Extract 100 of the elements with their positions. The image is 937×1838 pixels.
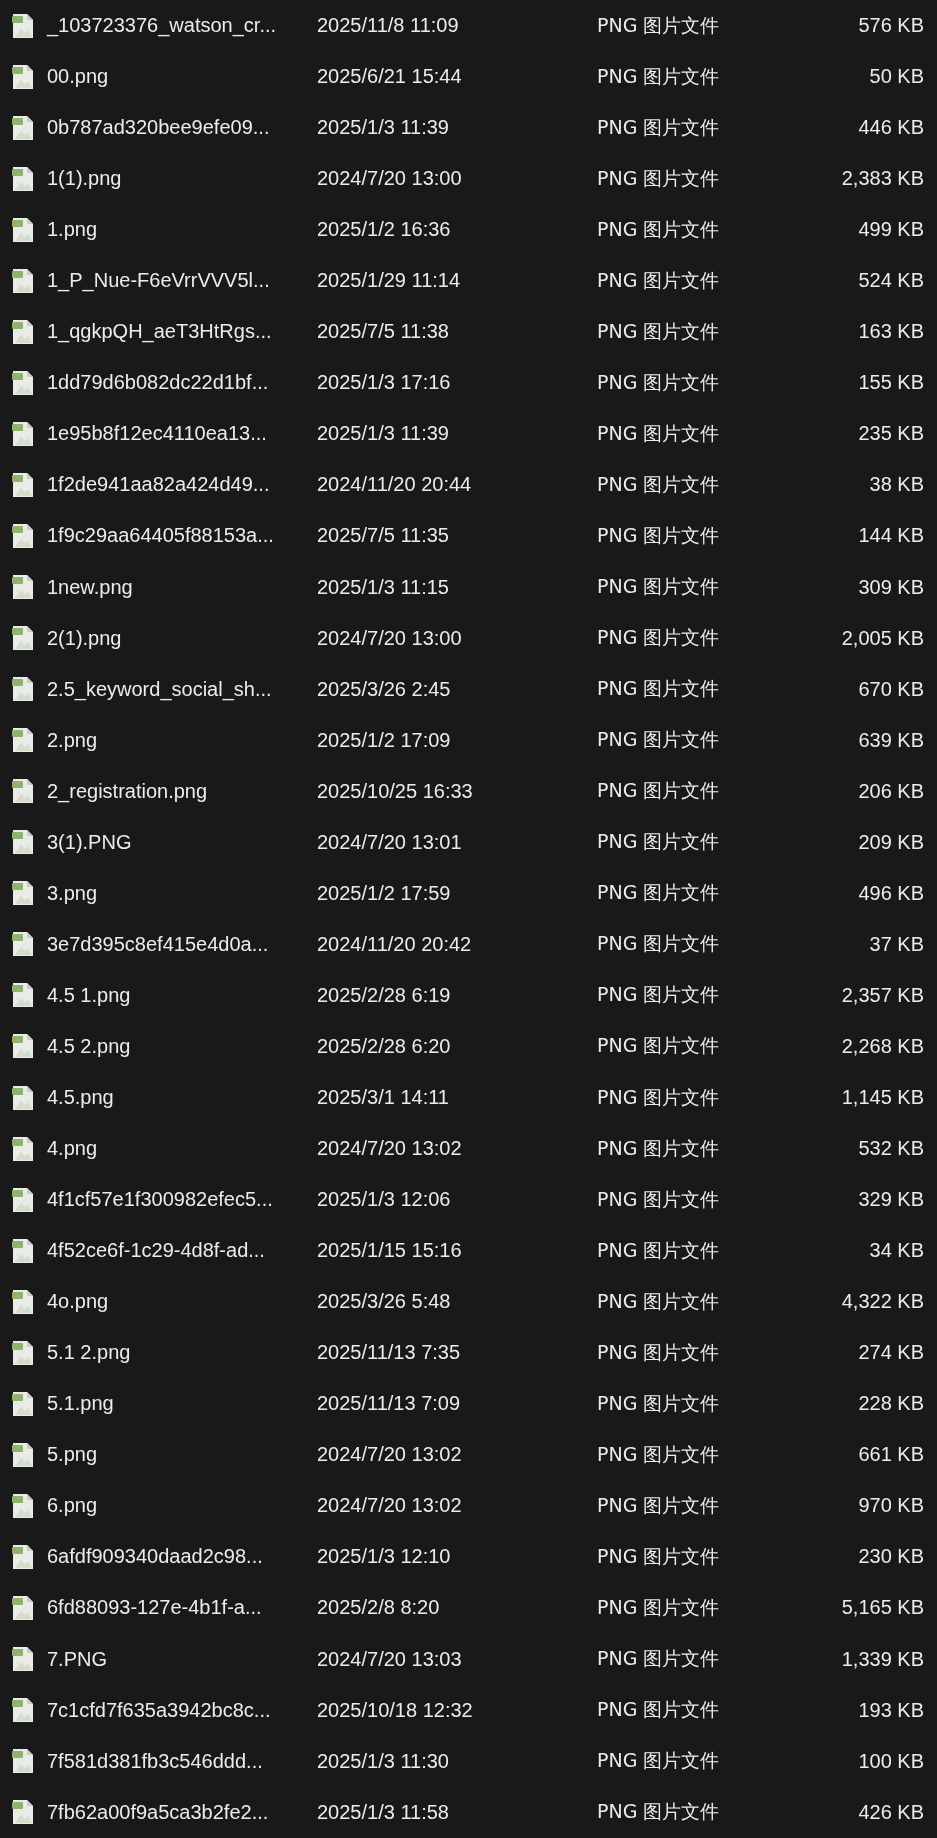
file-row[interactable]: 3(1).PNG 2024/7/20 13:01 PNG 图片文件 209 KB xyxy=(0,816,937,868)
file-row[interactable]: 4.5 1.png 2025/2/28 6:19 PNG 图片文件 2,357 KB xyxy=(0,969,937,1021)
file-size: 163 KB xyxy=(857,320,924,344)
file-row[interactable]: 4f1cf57e1f300982efec5... 2025/1/3 12:06 PNG 图片文件 329 KB xyxy=(0,1174,937,1226)
file-row[interactable]: 7f581d381fb3c546ddd... 2025/1/3 11:30 PNG 图片文件 100 KB xyxy=(0,1735,937,1787)
modified-date: 2024/11/20 20:42 xyxy=(317,932,473,956)
file-row[interactable]: 1f9c29aa64405f88153a... 2025/7/5 11:35 PNG 图片文件 144 KB xyxy=(0,510,937,562)
file-name: 1new.png xyxy=(47,575,134,599)
file-row[interactable]: 4f52ce6f-1c29-4d8f-ad... 2025/1/15 15:16 PNG 图片文件 34 KB xyxy=(0,1225,937,1277)
modified-date: 2025/7/5 11:38 xyxy=(317,320,450,344)
file-type: PNG 图片文件 xyxy=(597,165,721,191)
modified-date: 2025/2/28 6:20 xyxy=(317,1034,452,1058)
image-file-icon xyxy=(12,1186,34,1213)
modified-date: 2025/10/18 12:32 xyxy=(317,1698,474,1722)
file-row[interactable]: 2_registration.png 2025/10/25 16:33 PNG 图片文件 206 KB xyxy=(0,765,937,817)
image-file-icon xyxy=(12,880,34,907)
modified-date: 2025/3/26 2:45 xyxy=(317,677,452,701)
modified-date: 2025/1/3 12:10 xyxy=(317,1545,452,1569)
file-name: 4f52ce6f-1c29-4d8f-ad... xyxy=(47,1239,266,1263)
file-row[interactable]: 7c1cfd7f635a3942bc8c... 2025/10/18 12:32 PNG 图片文件 193 KB xyxy=(0,1684,937,1736)
file-row[interactable]: 1new.png 2025/1/3 11:15 PNG 图片文件 309 KB xyxy=(0,561,937,613)
modified-date: 2025/3/1 14:11 xyxy=(317,1086,450,1109)
file-size: 1,339 KB xyxy=(840,1647,924,1671)
file-type: PNG 图片文件 xyxy=(597,727,721,753)
file-row[interactable]: 1e95b8f12ec4110ea13... 2025/1/3 11:39 PNG 图片文件 235 KB xyxy=(0,408,937,460)
file-row[interactable]: 0b787ad320bee9efe09... 2025/1/3 11:39 PNG 图片文件 446 KB xyxy=(0,102,937,154)
file-type: PNG 图片文件 xyxy=(597,1697,721,1723)
file-name: 7fb62a00f9a5ca3b2fe2... xyxy=(47,1800,270,1824)
file-row[interactable]: 5.1 2.png 2025/11/13 7:35 PNG 图片文件 274 KB xyxy=(0,1327,937,1379)
file-name: 5.png xyxy=(47,1443,99,1467)
file-type: PNG 图片文件 xyxy=(597,676,721,702)
file-row[interactable]: 6afdf909340daad2c98... 2025/1/3 12:10 PNG 图片文件 230 KB xyxy=(0,1531,937,1583)
file-row[interactable]: 7fb62a00f9a5ca3b2fe2... 2025/1/3 11:58 PNG 图片文件 426 KB xyxy=(0,1786,937,1838)
file-name: 1(1).png xyxy=(47,167,123,191)
file-row[interactable]: 1.png 2025/1/2 16:36 PNG 图片文件 499 KB xyxy=(0,204,937,256)
image-file-icon xyxy=(12,369,34,396)
file-name: 4.5 2.png xyxy=(47,1034,132,1058)
modified-date: 2025/1/3 11:39 xyxy=(317,422,450,446)
file-type: PNG 图片文件 xyxy=(597,1799,721,1825)
image-file-icon xyxy=(12,1543,34,1570)
file-row[interactable]: 2(1).png 2024/7/20 13:00 PNG 图片文件 2,005 KB xyxy=(0,612,937,664)
image-file-icon xyxy=(12,1697,34,1724)
modified-date: 2025/1/29 11:14 xyxy=(317,269,462,293)
file-row[interactable]: 5.png 2024/7/20 13:02 PNG 图片文件 661 KB xyxy=(0,1429,937,1481)
modified-date: 2025/1/3 11:39 xyxy=(317,116,450,140)
file-size: 309 KB xyxy=(857,575,924,599)
image-file-icon xyxy=(12,420,34,447)
file-type: PNG 图片文件 xyxy=(597,574,721,600)
file-size: 274 KB xyxy=(857,1341,924,1365)
file-row[interactable]: 1f2de941aa82a424d49... 2024/11/20 20:44 PNG 图片文件 38 KB xyxy=(0,459,937,511)
image-file-icon xyxy=(12,778,34,805)
file-type: PNG 图片文件 xyxy=(597,1492,721,1518)
image-file-icon xyxy=(12,1646,34,1672)
file-type: PNG 图片文件 xyxy=(597,1646,721,1671)
file-name: 1f9c29aa64405f88153a... xyxy=(47,524,275,548)
image-file-icon xyxy=(12,574,34,601)
file-row[interactable]: 4o.png 2025/3/26 5:48 PNG 图片文件 4,322 KB xyxy=(0,1276,937,1328)
file-size: 37 KB xyxy=(868,932,924,956)
file-row[interactable]: _103723376_watson_cr... 2025/11/8 11:09 PNG 图片文件 576 KB xyxy=(0,0,937,52)
file-size: 34 KB xyxy=(868,1239,924,1263)
file-size: 661 KB xyxy=(857,1443,924,1467)
image-file-icon xyxy=(12,216,34,243)
file-row[interactable]: 00.png 2025/6/21 15:44 PNG 图片文件 50 KB xyxy=(0,51,937,103)
file-size: 5,165 KB xyxy=(840,1596,924,1620)
file-row[interactable]: 4.5.png 2025/3/1 14:11 PNG 图片文件 1,145 KB xyxy=(0,1072,937,1124)
file-row[interactable]: 1(1).png 2024/7/20 13:00 PNG 图片文件 2,383 KB xyxy=(0,153,937,205)
file-size: 499 KB xyxy=(857,218,924,242)
file-row[interactable]: 7.PNG 2024/7/20 13:03 PNG 图片文件 1,339 KB xyxy=(0,1633,937,1685)
file-row[interactable]: 2.5_keyword_social_sh... 2025/3/26 2:45 PNG 图片文件 670 KB xyxy=(0,663,937,715)
image-file-icon xyxy=(12,931,34,958)
file-size: 2,357 KB xyxy=(840,983,924,1007)
modified-date: 2024/7/20 13:02 xyxy=(317,1443,463,1467)
file-row[interactable]: 4.5 2.png 2025/2/28 6:20 PNG 图片文件 2,268 KB xyxy=(0,1020,937,1072)
file-name: _103723376_watson_cr... xyxy=(47,14,278,37)
file-size: 206 KB xyxy=(857,779,924,803)
file-row[interactable]: 2.png 2025/1/2 17:09 PNG 图片文件 639 KB xyxy=(0,714,937,766)
file-size: 144 KB xyxy=(857,524,924,548)
file-type: PNG 图片文件 xyxy=(597,1084,721,1110)
file-row[interactable]: 1_qgkpQH_aeT3HtRgs... 2025/7/5 11:38 PNG 图片文件 163 KB xyxy=(0,306,937,358)
file-type: PNG 图片文件 xyxy=(597,1288,721,1314)
image-file-icon xyxy=(12,1799,34,1826)
file-name: 7.PNG xyxy=(47,1647,109,1671)
file-row[interactable]: 1dd79d6b082dc22d1bf... 2025/1/3 17:16 PNG 图片文件 155 KB xyxy=(0,357,937,409)
file-name: 4.5 1.png xyxy=(47,983,132,1007)
file-type: PNG 图片文件 xyxy=(597,318,721,344)
file-row[interactable]: 1_P_Nue-F6eVrrVVV5l... 2025/1/29 11:14 PNG 图片文件 524 KB xyxy=(0,255,937,307)
file-row[interactable]: 3e7d395c8ef415e4d0a... 2024/11/20 20:42 PNG 图片文件 37 KB xyxy=(0,918,937,970)
file-name: 4o.png xyxy=(47,1290,110,1314)
modified-date: 2025/1/3 12:06 xyxy=(317,1188,452,1212)
file-name: 1f2de941aa82a424d49... xyxy=(47,473,271,497)
file-type: PNG 图片文件 xyxy=(597,267,721,293)
file-name: 6fd88093-127e-4b1f-a... xyxy=(47,1596,263,1620)
file-row[interactable]: 3.png 2025/1/2 17:59 PNG 图片文件 496 KB xyxy=(0,867,937,919)
file-type: PNG 图片文件 xyxy=(597,1748,721,1774)
file-name: 3.png xyxy=(47,881,99,905)
file-type: PNG 图片文件 xyxy=(597,1186,721,1212)
file-row[interactable]: 6.png 2024/7/20 13:02 PNG 图片文件 970 KB xyxy=(0,1480,937,1532)
file-row[interactable]: 5.1.png 2025/11/13 7:09 PNG 图片文件 228 KB xyxy=(0,1378,937,1430)
file-row[interactable]: 6fd88093-127e-4b1f-a... 2025/2/8 8:20 PNG 图片文件 5,165 KB xyxy=(0,1582,937,1634)
file-row[interactable]: 4.png 2024/7/20 13:02 PNG 图片文件 532 KB xyxy=(0,1123,937,1175)
